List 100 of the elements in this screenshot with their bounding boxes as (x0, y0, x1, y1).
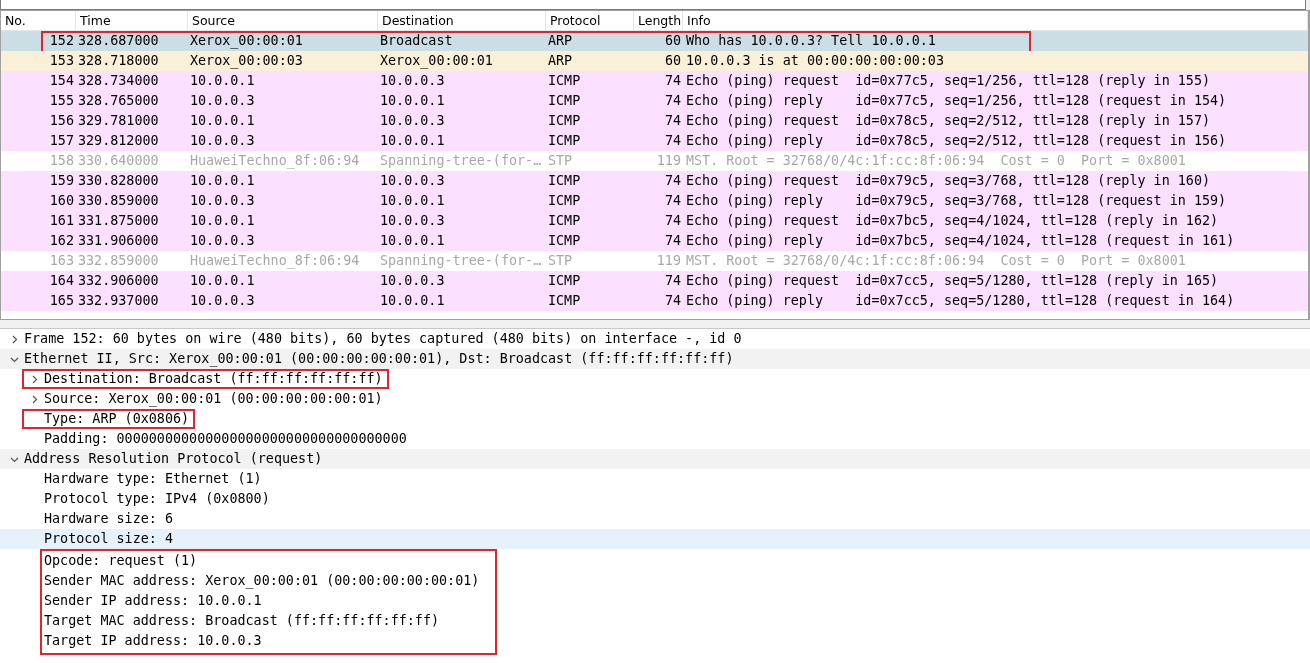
table-cell-text: Echo (ping) request id=0x7bc5, seq=4/1024, ttl=128 (reply in 162) (685, 212, 1220, 230)
tree-item[interactable]: Frame 152: 60 bytes on wire (480 bits), 60 bytes captured (480 bits) on interface -, id 0 (24, 329, 742, 349)
column-header[interactable]: Destination (378, 11, 546, 30)
table-cell-text: STP (547, 152, 574, 170)
table-cell-text: 332.859000 (77, 252, 160, 270)
packet-row[interactable]: 164 332.906000 10.0.0.1 10.0.0.3 ICMP 74 Echo (ping) request id=0x7cc5, seq=5/1280, ttl=128 (reply in 165) (1, 271, 1308, 291)
table-cell-text: STP (547, 252, 574, 270)
table-cell-text: 10.0.0.3 (189, 292, 256, 310)
table-cell-text: 74 (663, 92, 682, 110)
table-cell-text: 158 (48, 152, 75, 170)
column-header[interactable]: Length (634, 11, 683, 30)
tree-item[interactable]: Sender MAC address: Xerox_00:00:01 (00:00:00:00:00:01) (44, 571, 480, 591)
table-cell-text: 10.0.0.3 (189, 92, 256, 110)
table-cell-text: MST. Root = 32768/0/4c:1f:cc:8f:06:94 Cost = 0 Port = 0x8001 (685, 152, 1187, 170)
tree-item[interactable]: Target MAC address: Broadcast (ff:ff:ff:ff:ff:ff) (44, 611, 440, 631)
table-cell-text: 162 (48, 232, 75, 250)
table-cell-text: Spanning-tree-(for-… (379, 152, 543, 170)
packet-row[interactable]: 159 330.828000 10.0.0.1 10.0.0.3 ICMP 74 Echo (ping) request id=0x79c5, seq=3/768, ttl=128 (reply in 160) (1, 171, 1308, 191)
tree-item[interactable]: Hardware type: Ethernet (1) (44, 469, 262, 489)
packet-row[interactable]: 155 328.765000 10.0.0.3 10.0.0.1 ICMP 74 Echo (ping) reply id=0x77c5, seq=1/256, ttl=128 (request in 154) (1, 91, 1308, 111)
tree-item[interactable]: Padding: 000000000000000000000000000000000000 (44, 429, 407, 449)
table-cell-text: ICMP (547, 212, 582, 230)
table-cell-text: Who has 10.0.0.3? Tell 10.0.0.1 (685, 32, 937, 50)
table-cell-text: 10.0.0.1 (379, 232, 446, 250)
table-cell-text: 328.765000 (77, 92, 160, 110)
table-cell-text: ICMP (547, 132, 582, 150)
packet-row[interactable]: 156 329.781000 10.0.0.1 10.0.0.3 ICMP 74 Echo (ping) request id=0x78c5, seq=2/512, ttl=128 (reply in 157) (1, 111, 1308, 131)
table-cell-text: 10.0.0.3 (189, 232, 256, 250)
table-cell-text: 329.812000 (77, 132, 160, 150)
table-cell-text: 74 (663, 112, 682, 130)
table-cell-text: 153 (48, 52, 75, 70)
table-cell-text: 10.0.0.3 (379, 212, 446, 230)
table-cell-text: 10.0.0.3 (189, 132, 256, 150)
table-cell-text: 10.0.0.1 (189, 72, 256, 90)
table-cell-text: ICMP (547, 272, 582, 290)
table-cell-text: MST. Root = 32768/0/4c:1f:cc:8f:06:94 Cost = 0 Port = 0x8001 (685, 252, 1187, 270)
tree-item[interactable]: Sender IP address: 10.0.0.1 (44, 591, 262, 611)
table-cell-text: 10.0.0.3 (379, 112, 446, 130)
table-cell-text: ICMP (547, 292, 582, 310)
table-cell-text: 330.640000 (77, 152, 160, 170)
column-header[interactable]: Time (76, 11, 188, 30)
table-cell-text: 160 (48, 192, 75, 210)
table-cell-text: 10.0.0.1 (379, 292, 446, 310)
table-cell-text: ICMP (547, 92, 582, 110)
table-cell-text: Xerox_00:00:01 (379, 52, 494, 71)
table-cell-text: 10.0.0.1 (189, 172, 256, 190)
packet-row[interactable]: 154 328.734000 10.0.0.1 10.0.0.3 ICMP 74 Echo (ping) request id=0x77c5, seq=1/256, ttl=128 (reply in 155) (1, 71, 1308, 91)
table-cell-text: HuaweiTechno_8f:06:94 (189, 152, 361, 171)
table-cell-text: 329.781000 (77, 112, 160, 130)
table-cell-text: Echo (ping) reply id=0x79c5, seq=3/768, ttl=128 (request in 159) (685, 192, 1228, 210)
tree-item[interactable]: Opcode: request (1) (44, 551, 198, 571)
table-cell-text: Broadcast (379, 32, 454, 50)
table-cell-text: Echo (ping) reply id=0x7bc5, seq=4/1024, ttl=128 (request in 161) (685, 232, 1236, 250)
table-cell-text: 60 (663, 32, 682, 50)
table-cell-text: Xerox_00:00:03 (189, 52, 304, 71)
table-cell-text: Xerox_00:00:01 (189, 32, 304, 51)
table-cell-text: 74 (663, 72, 682, 90)
table-cell-text: 74 (663, 232, 682, 250)
table-cell-text: 10.0.0.3 (379, 272, 446, 290)
packet-row[interactable]: 161 331.875000 10.0.0.1 10.0.0.3 ICMP 74 Echo (ping) request id=0x7bc5, seq=4/1024, ttl=128 (reply in 162) (1, 211, 1308, 231)
tree-item[interactable]: Destination: Broadcast (ff:ff:ff:ff:ff:ff) (44, 369, 383, 389)
table-cell-text: Spanning-tree-(for-… (379, 252, 543, 270)
table-cell-text: 10.0.0.1 (379, 92, 446, 110)
column-header[interactable]: Source (188, 11, 378, 30)
packet-row[interactable]: 160 330.859000 10.0.0.3 10.0.0.1 ICMP 74 Echo (ping) reply id=0x79c5, seq=3/768, ttl=128 (request in 159) (1, 191, 1308, 211)
table-cell-text: 331.906000 (77, 232, 160, 250)
table-cell-text: ICMP (547, 72, 582, 90)
table-cell-text: 165 (48, 292, 75, 310)
table-cell-text: 10.0.0.3 (189, 192, 256, 210)
table-cell-text: 330.859000 (77, 192, 160, 210)
table-cell-text: 74 (663, 172, 682, 190)
table-cell-text: 163 (48, 252, 75, 270)
table-cell-text: 74 (663, 292, 682, 310)
tree-item[interactable]: Protocol type: IPv4 (0x0800) (44, 489, 270, 509)
packet-row[interactable]: 157 329.812000 10.0.0.3 10.0.0.1 ICMP 74 Echo (ping) reply id=0x78c5, seq=2/512, ttl=128 (request in 156) (1, 131, 1308, 151)
column-header[interactable]: Info (683, 11, 1308, 30)
table-cell-text: 330.828000 (77, 172, 160, 190)
tree-item[interactable]: Source: Xerox_00:00:01 (00:00:00:00:00:01) (44, 389, 383, 409)
tree-item[interactable]: Hardware size: 6 (44, 509, 173, 529)
table-cell-text: ARP (547, 32, 574, 50)
table-cell-text: 10.0.0.1 (379, 132, 446, 150)
table-cell-text: 159 (48, 172, 75, 190)
tree-item[interactable]: Type: ARP (0x0806) (44, 409, 190, 429)
table-cell-text: Echo (ping) reply id=0x7cc5, seq=5/1280, ttl=128 (request in 164) (685, 292, 1236, 310)
packet-row[interactable]: 153 328.718000 Xerox_00:00:03 Xerox_00:00:01 ARP 60 10.0.0.3 is at 00:00:00:00:00:03 (1, 51, 1308, 71)
packet-row[interactable]: 162 331.906000 10.0.0.3 10.0.0.1 ICMP 74 Echo (ping) reply id=0x7bc5, seq=4/1024, ttl=128 (request in 161) (1, 231, 1308, 251)
table-cell-text: 161 (48, 212, 75, 230)
packet-row[interactable]: 165 332.937000 10.0.0.3 10.0.0.1 ICMP 74 Echo (ping) reply id=0x7cc5, seq=5/1280, ttl=128 (request in 164) (1, 291, 1308, 311)
tree-item[interactable]: Protocol size: 4 (44, 529, 173, 549)
table-cell-text: 164 (48, 272, 75, 290)
table-cell-text: 10.0.0.3 (379, 72, 446, 90)
table-cell-text: 155 (48, 92, 75, 110)
table-cell-text: ICMP (547, 192, 582, 210)
column-header[interactable]: No. (1, 11, 76, 30)
packet-row[interactable]: 152 328.687000 Xerox_00:00:01 Broadcast ARP 60 Who has 10.0.0.3? Tell 10.0.0.1 (1, 31, 1308, 51)
table-cell-text: 10.0.0.3 is at 00:00:00:00:00:03 (685, 52, 945, 70)
table-cell-text: 154 (48, 72, 75, 90)
column-header[interactable]: Protocol (546, 11, 634, 30)
table-cell-text: 328.687000 (77, 32, 160, 50)
tree-item[interactable]: Target IP address: 10.0.0.3 (44, 631, 262, 651)
